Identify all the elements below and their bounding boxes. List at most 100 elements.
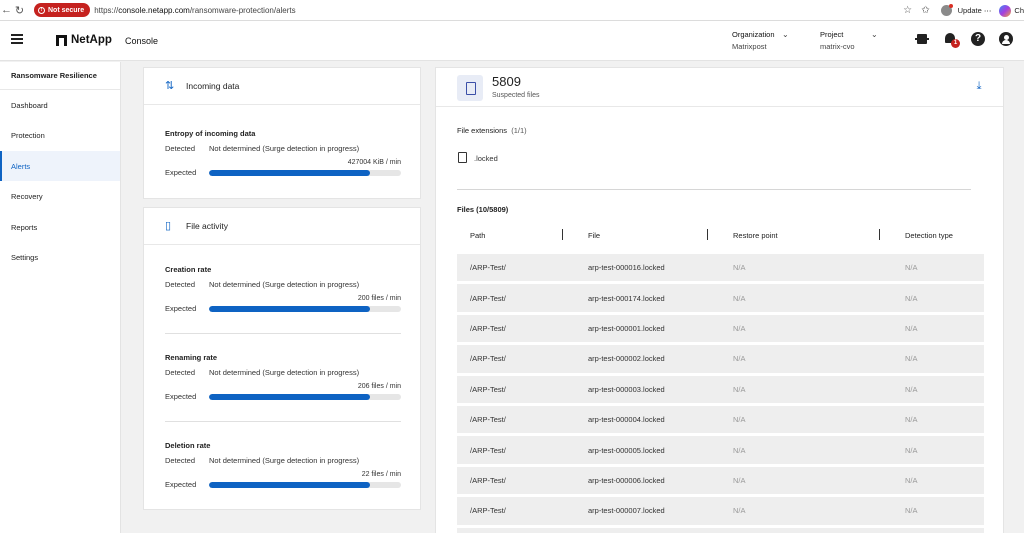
app-header: NetApp Console Organization Matrixpost ⌄… <box>0 21 1024 61</box>
download-icon[interactable]: ⤓ <box>973 80 985 92</box>
expected-bar <box>209 481 401 488</box>
table-row-partial <box>457 527 984 533</box>
file-activity-card: ▯ File activity Creation rate Detected No… <box>143 207 421 510</box>
cell-detection-type: N/A <box>905 293 918 303</box>
cell-file: arp-test-000003.locked <box>588 384 665 394</box>
cell-path: /ARP-Test/ <box>470 415 506 425</box>
copilot-label: Ch <box>1014 6 1024 15</box>
sidebar-item-settings[interactable]: Settings <box>0 242 120 272</box>
security-badge[interactable]: ! Not secure <box>34 3 91 17</box>
table-row[interactable]: /ARP-Test/arp-test-000002.locked N/A N/A <box>457 345 984 373</box>
incoming-data-card: ⇅ Incoming data Entropy of incoming data… <box>143 67 421 199</box>
cell-restore-point: N/A <box>733 384 746 394</box>
back-icon[interactable]: ← <box>0 4 13 16</box>
table-row[interactable]: /ARP-Test/arp-test-000001.locked N/A N/A <box>457 314 984 343</box>
url-path: /ransomware-protection/alerts <box>189 5 296 15</box>
project-value: matrix-cvo <box>820 42 855 51</box>
favorites-icon[interactable]: ✩ <box>917 5 935 16</box>
copilot-icon[interactable] <box>999 4 1012 17</box>
cell-path: /ARP-Test/ <box>470 354 506 364</box>
detected-value: Not determined (Surge detection in progr… <box>209 368 360 377</box>
help-icon[interactable]: ? <box>971 32 985 46</box>
security-label: Not secure <box>48 6 85 14</box>
address-bar[interactable]: https://console.netapp.com/ransomware-pr… <box>94 6 295 15</box>
file-icon: ▯ <box>165 220 172 232</box>
sidebar-item-reports[interactable]: Reports <box>0 212 120 242</box>
reload-icon[interactable]: ↻ <box>13 4 26 17</box>
expected-bar-fill <box>209 393 371 400</box>
table-row[interactable]: /ARP-Test/arp-test-000007.locked N/A N/A <box>457 497 984 525</box>
cell-detection-type: N/A <box>905 354 918 364</box>
table-row[interactable]: /ARP-Test/arp-test-000174.locked N/A N/A <box>457 284 984 312</box>
panel-header: 5809 Suspected files ⤓ <box>436 68 1003 107</box>
file-extensions-heading: File extensions (1/1) <box>457 126 527 135</box>
sidebar-item-alerts[interactable]: Alerts <box>0 150 120 182</box>
cell-path: /ARP-Test/ <box>470 475 506 485</box>
metric-rate: 206 files / min <box>357 383 401 390</box>
expected-bar-fill <box>209 169 371 176</box>
cell-file: arp-test-000004.locked <box>588 415 665 425</box>
deletion-rate-metric: Deletion rate Detected Not determined (Su… <box>165 441 401 489</box>
cell-file: arp-test-000016.locked <box>588 263 665 273</box>
detected-value: Not determined (Surge detection in progr… <box>209 456 360 465</box>
cell-restore-point: N/A <box>733 293 746 303</box>
cell-file: arp-test-000001.locked <box>588 323 665 333</box>
table-row[interactable]: /ARP-Test/arp-test-000003.locked N/A N/A <box>457 375 984 403</box>
notifications-bell-icon[interactable]: 1 <box>943 32 960 48</box>
entropy-metric: Entropy of incoming data Detected Not det… <box>165 129 401 177</box>
sidebar-item-recovery[interactable]: Recovery <box>0 181 120 211</box>
update-button[interactable]: Update ⋯ <box>958 6 992 15</box>
sidebar-item-dashboard[interactable]: Dashboard <box>0 90 120 120</box>
extensions-count: (1/1) <box>511 126 527 135</box>
table-row[interactable]: /ARP-Test/arp-test-000006.locked N/A N/A <box>457 466 984 495</box>
metric-rate: 200 files / min <box>357 295 401 302</box>
detected-label: Detected <box>165 144 196 153</box>
favorite-star-icon[interactable]: ☆ <box>899 5 917 16</box>
brand-name: NetApp <box>71 34 112 46</box>
column-header-path[interactable]: Path <box>457 231 575 240</box>
column-header-file[interactable]: File <box>562 228 720 240</box>
project-selector[interactable]: Project matrix-cvo ⌄ <box>820 30 880 51</box>
organization-selector[interactable]: Organization Matrixpost ⌄ <box>732 30 792 51</box>
card-title: File activity <box>186 221 229 231</box>
connector-icon[interactable] <box>915 32 929 46</box>
files-table: Path File Restore point Detection type /… <box>457 223 984 533</box>
expected-bar <box>209 169 401 176</box>
table-header: Path File Restore point Detection type <box>457 223 984 247</box>
organization-value: Matrixpost <box>732 42 767 51</box>
sidebar-item-protection[interactable]: Protection <box>0 120 120 150</box>
detected-label: Detected <box>165 280 196 289</box>
extensions-label: File extensions <box>457 126 508 135</box>
cell-detection-type: N/A <box>905 263 918 273</box>
cell-detection-type: N/A <box>905 475 918 485</box>
column-header-detection-type[interactable]: Detection type <box>879 228 984 240</box>
cell-restore-point: N/A <box>733 445 746 455</box>
profile-avatar[interactable] <box>940 4 953 16</box>
card-header: ▯ File activity <box>144 208 420 245</box>
netapp-logo[interactable]: NetApp <box>56 34 112 46</box>
hamburger-menu-icon[interactable] <box>11 34 23 44</box>
expected-label: Expected <box>165 304 197 313</box>
metric-rate: 22 files / min <box>361 471 401 478</box>
browser-toolbar: ← ↻ ! Not secure https://console.netapp.… <box>0 0 1024 21</box>
cell-path: /ARP-Test/ <box>470 293 506 303</box>
user-icon[interactable] <box>999 32 1013 46</box>
cell-path: /ARP-Test/ <box>470 263 506 273</box>
cell-detection-type: N/A <box>905 323 918 333</box>
sidebar: Ransomware Resilience Dashboard Protecti… <box>0 62 121 533</box>
table-row[interactable]: /ARP-Test/arp-test-000016.locked N/A N/A <box>457 254 984 282</box>
cell-path: /ARP-Test/ <box>470 445 506 455</box>
table-row[interactable]: /ARP-Test/arp-test-000004.locked N/A N/A <box>457 405 984 434</box>
detected-value: Not determined (Surge detection in progr… <box>209 280 360 289</box>
cell-detection-type: N/A <box>905 415 918 425</box>
app-name: Console <box>125 36 159 46</box>
metric-title: Entropy of incoming data <box>165 129 256 138</box>
expected-bar <box>209 305 401 312</box>
column-header-restore-point[interactable]: Restore point <box>707 228 892 240</box>
extension-item: .locked <box>474 154 498 163</box>
detected-label: Detected <box>165 368 196 377</box>
expected-label: Expected <box>165 392 197 401</box>
update-label: Update <box>957 6 982 15</box>
detected-label: Detected <box>165 456 196 465</box>
table-row[interactable]: /ARP-Test/arp-test-000005.locked N/A N/A <box>457 436 984 464</box>
